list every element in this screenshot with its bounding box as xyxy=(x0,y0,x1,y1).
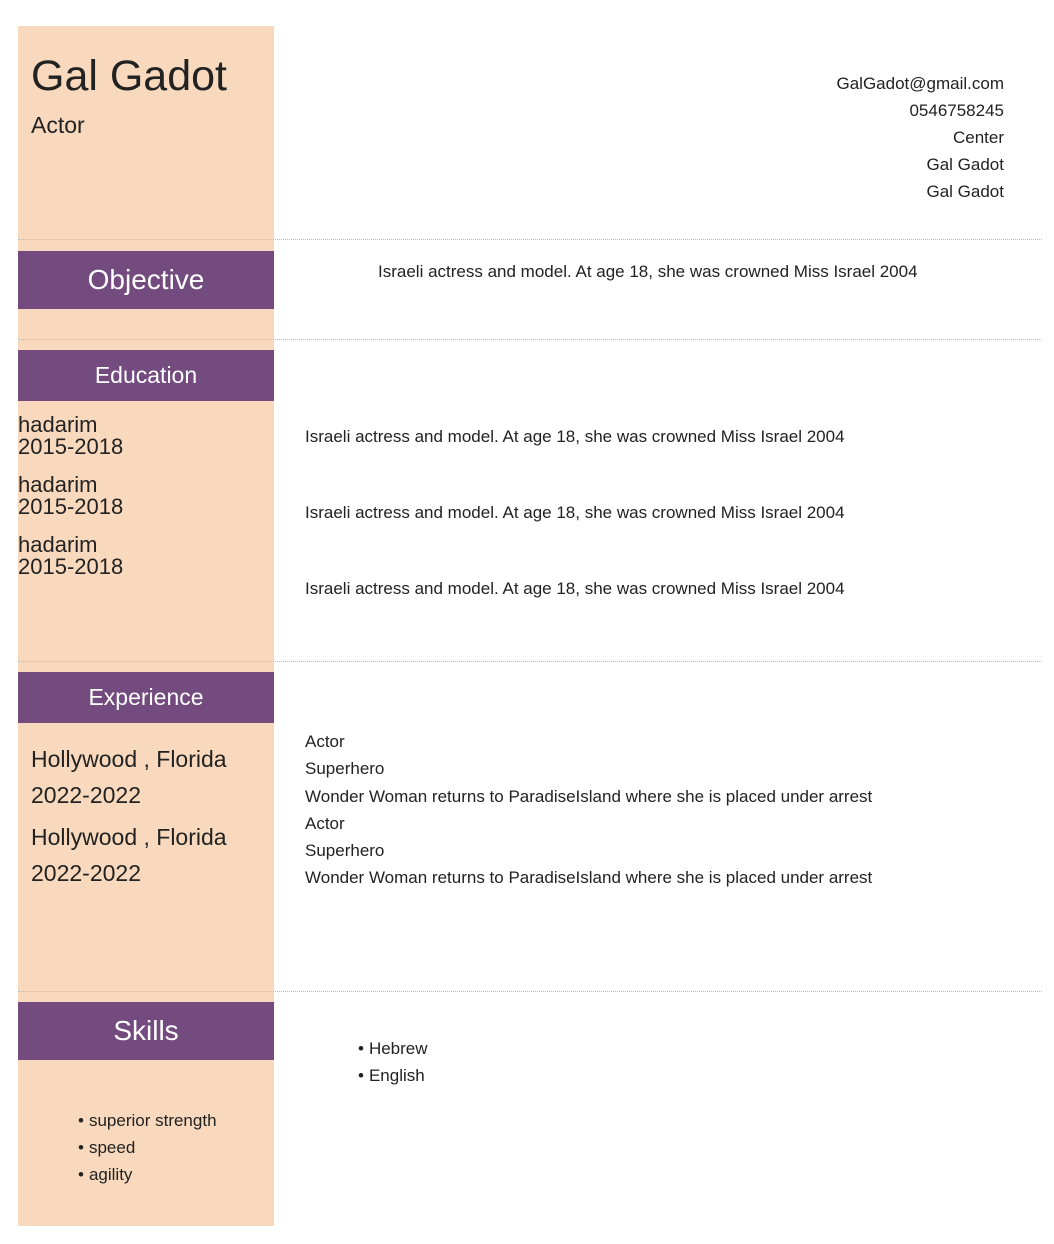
language-item: Hebrew xyxy=(358,1035,428,1062)
education-item: hadarim 2015-2018 xyxy=(18,474,123,518)
experience-role: Actor xyxy=(305,813,345,833)
experience-heading: Experience xyxy=(18,672,274,723)
experience-item: Hollywood , Florida 2022-2022 xyxy=(31,819,227,891)
skills-heading: Skills xyxy=(18,1002,274,1060)
experience-years: 2022-2022 xyxy=(31,782,141,808)
education-heading: Education xyxy=(18,350,274,401)
section-divider xyxy=(18,661,1042,662)
candidate-name: Gal Gadot xyxy=(31,52,227,100)
candidate-role: Actor xyxy=(31,112,85,138)
experience-item: Hollywood , Florida 2022-2022 xyxy=(31,741,227,813)
objective-text: Israeli actress and model. At age 18, sh… xyxy=(378,262,918,281)
contact-line-4: Gal Gadot xyxy=(926,155,1005,174)
education-item: hadarim 2015-2018 xyxy=(18,534,123,578)
experience-role: Actor xyxy=(305,732,345,751)
experience-position: Superhero xyxy=(305,841,385,861)
education-item: hadarim 2015-2018 xyxy=(18,414,123,458)
skill-item: agility xyxy=(78,1161,217,1188)
section-divider xyxy=(18,339,1042,340)
skills-list-right: Hebrew English xyxy=(358,1035,428,1089)
contact-location: Center xyxy=(952,128,1004,147)
skill-item: speed xyxy=(78,1134,217,1161)
contact-phone: 0546758245 xyxy=(909,101,1004,120)
education-school: hadarim xyxy=(18,472,98,497)
experience-location: Hollywood , Florida xyxy=(31,746,227,772)
education-years: 2015-2018 xyxy=(18,434,124,459)
objective-heading: Objective xyxy=(18,251,274,309)
experience-years: 2022-2022 xyxy=(31,860,141,886)
education-description: Israeli actress and model. At age 18, sh… xyxy=(305,427,845,446)
experience-location: Hollywood , Florida xyxy=(31,824,227,850)
skills-list-left: superior strength speed agility xyxy=(78,1107,217,1188)
education-years: 2015-2018 xyxy=(18,494,124,519)
education-description: Israeli actress and model. At age 18, sh… xyxy=(305,503,845,522)
experience-description: Wonder Woman returns to ParadiseIsland w… xyxy=(305,786,873,806)
education-description: Israeli actress and model. At age 18, sh… xyxy=(305,579,845,598)
skill-item: superior strength xyxy=(78,1107,217,1134)
contact-email: GalGadot@gmail.com xyxy=(836,74,1005,93)
contact-line-5: Gal Gadot xyxy=(926,182,1005,201)
experience-details: Actor Superhero Wonder Woman returns to … xyxy=(305,728,872,892)
experience-position: Superhero xyxy=(305,759,385,779)
education-years: 2015-2018 xyxy=(18,554,124,579)
education-school: hadarim xyxy=(18,412,98,437)
education-school: hadarim xyxy=(18,532,98,557)
contact-block: GalGadot@gmail.com 0546758245 Center Gal… xyxy=(837,70,1005,205)
section-divider xyxy=(18,991,1042,992)
language-item: English xyxy=(358,1062,428,1089)
experience-description: Wonder Woman returns to ParadiseIsland w… xyxy=(305,868,873,888)
section-divider xyxy=(18,239,1042,240)
